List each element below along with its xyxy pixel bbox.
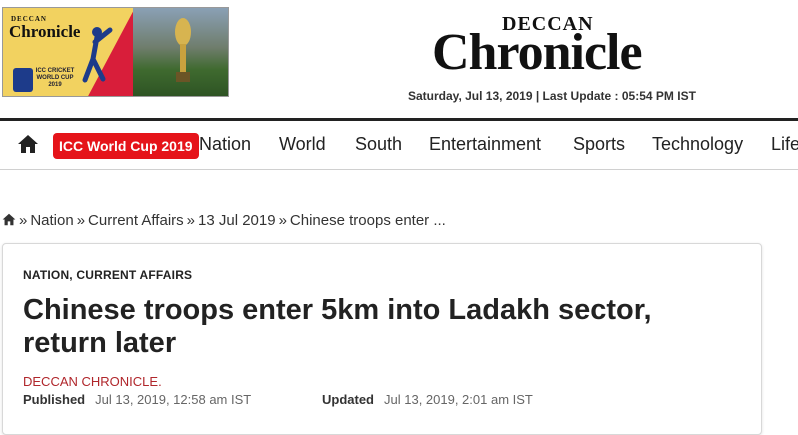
breadcrumb-item-date[interactable]: 13 Jul 2019	[198, 212, 276, 229]
nav-item-south[interactable]: South	[355, 134, 402, 155]
breadcrumb-separator: »	[278, 212, 287, 229]
breadcrumb-separator: »	[19, 212, 28, 229]
nav-item-nation[interactable]: Nation	[199, 134, 251, 155]
breadcrumb-home-icon[interactable]	[2, 213, 16, 226]
world-cup-banner-ad[interactable]: DECCAN Chronicle ICC CRICKET WORLD CUP 2…	[2, 7, 229, 97]
nav-item-technology[interactable]: Technology	[652, 134, 743, 155]
banner-logo: DECCAN Chronicle	[9, 16, 80, 41]
site-logo[interactable]: DECCAN Chronicle	[432, 13, 682, 81]
nav-item-entertainment[interactable]: Entertainment	[429, 134, 541, 155]
published-label: Published	[23, 392, 86, 407]
article-byline[interactable]: DECCAN CHRONICLE.	[23, 374, 162, 389]
article-headline: Chinese troops enter 5km into Ladakh sec…	[23, 294, 652, 359]
published-meta: Published Jul 13, 2019, 12:58 am IST	[23, 392, 251, 407]
nav-world-cup-button[interactable]: ICC World Cup 2019	[53, 133, 199, 159]
cwc-logo-icon	[13, 68, 33, 92]
breadcrumb: » Nation» Current Affairs» 13 Jul 2019» Chin…	[2, 212, 446, 229]
updated-meta: Updated Jul 13, 2019, 2:01 am IST	[322, 392, 533, 407]
breadcrumb-separator: »	[186, 212, 195, 229]
home-icon[interactable]	[17, 134, 39, 154]
logo-chronicle: Chronicle	[432, 24, 643, 81]
breadcrumb-item-current: Chinese troops enter ...	[289, 212, 446, 229]
nav-item-world[interactable]: World	[279, 134, 326, 155]
banner-logo-big: Chronicle	[9, 22, 81, 41]
breadcrumb-item-current-affairs[interactable]: Current Affairs	[88, 212, 184, 229]
breadcrumb-separator: »	[76, 212, 86, 229]
article-card: NATION, CURRENT AFFAIRS Chinese troops e…	[2, 243, 762, 435]
article-category[interactable]: NATION, CURRENT AFFAIRS	[23, 268, 192, 282]
updated-label: Updated	[322, 392, 374, 407]
trophy-icon	[175, 18, 191, 82]
nav-item-life[interactable]: Life	[771, 134, 798, 155]
batsman-icon	[82, 27, 113, 83]
published-value: Jul 13, 2019, 12:58 am IST	[95, 392, 252, 407]
breadcrumb-item-nation[interactable]: Nation	[30, 212, 73, 229]
updated-value: Jul 13, 2019, 2:01 am IST	[384, 392, 533, 407]
dateline: Saturday, Jul 13, 2019 | Last Update : 0…	[408, 89, 696, 103]
cwc-text: ICC CRICKET WORLD CUP 2019	[35, 68, 75, 88]
main-nav: ICC World Cup 2019 Nation World South En…	[0, 118, 798, 170]
nav-item-sports[interactable]: Sports	[573, 134, 625, 155]
